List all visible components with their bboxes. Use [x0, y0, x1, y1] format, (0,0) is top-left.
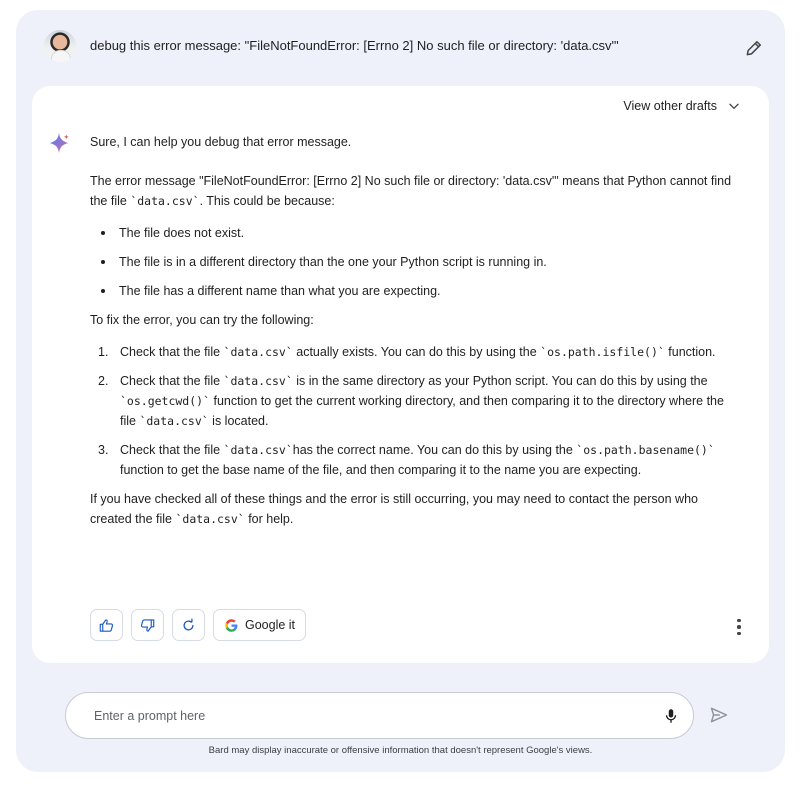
- list-item: 3. Check that the file `data.csv`has the…: [90, 440, 738, 480]
- cause-list: The file does not exist. The file is in …: [90, 223, 738, 301]
- response-actions: Google it: [90, 609, 307, 643]
- prompt-input-bar: [65, 692, 694, 739]
- response-closing: If you have checked all of these things …: [90, 489, 738, 529]
- inline-code: `os.path.isfile()`: [540, 345, 665, 359]
- disclaimer-text: Bard may display inaccurate or offensive…: [208, 745, 593, 756]
- pencil-icon[interactable]: [744, 38, 764, 58]
- step-text: is in the same directory as your Python …: [292, 374, 708, 388]
- regenerate-button[interactable]: [172, 609, 205, 641]
- view-other-drafts-button[interactable]: View other drafts: [623, 96, 741, 116]
- step-number: 3.: [98, 443, 109, 457]
- step-text: has the correct name. You can do this by…: [292, 443, 577, 457]
- fix-steps-list: 1. Check that the file `data.csv` actual…: [90, 342, 738, 480]
- google-it-label: Google it: [245, 618, 296, 632]
- thumbs-down-button[interactable]: [131, 609, 164, 641]
- more-options-button[interactable]: [731, 617, 747, 637]
- response-card: View other drafts Sure, I can help you d…: [32, 86, 769, 663]
- thumbs-up-button[interactable]: [90, 609, 123, 641]
- list-item: The file is in a different directory tha…: [90, 252, 738, 272]
- chevron-down-icon: [729, 103, 739, 109]
- drafts-label: View other drafts: [623, 99, 717, 113]
- inline-code: `data.csv`: [223, 374, 293, 388]
- explanation-text: . This could be because:: [199, 194, 335, 208]
- step-text: Check that the file: [120, 443, 224, 457]
- more-vert-icon: [737, 618, 741, 623]
- step-number: 1.: [98, 345, 109, 359]
- mic-icon[interactable]: [662, 706, 680, 726]
- thumbs-up-icon: [99, 618, 114, 632]
- google-it-button[interactable]: Google it: [213, 609, 307, 641]
- step-number: 2.: [98, 374, 109, 388]
- step-text: actually exists. You can do this by usin…: [292, 345, 541, 359]
- list-item: The file has a different name than what …: [90, 281, 738, 301]
- fix-intro: To fix the error, you can try the follow…: [90, 313, 314, 327]
- inline-code: `data.csv`: [223, 345, 293, 359]
- user-avatar: [44, 30, 76, 62]
- step-text: function to get the base name of the fil…: [120, 463, 642, 477]
- response-explanation: The error message "FileNotFoundError: [E…: [90, 171, 738, 211]
- inline-code: `data.csv`: [139, 414, 209, 428]
- list-item: 2. Check that the file `data.csv` is in …: [90, 371, 738, 431]
- step-text: is located.: [208, 414, 269, 428]
- bard-sparkle-icon: [49, 132, 69, 154]
- refresh-icon: [183, 618, 194, 630]
- inline-code: `data.csv`: [130, 194, 200, 208]
- step-text: Check that the file: [120, 345, 224, 359]
- inline-code: `os.path.basename()`: [576, 443, 715, 457]
- step-text: Check that the file: [120, 374, 224, 388]
- send-icon[interactable]: [709, 705, 729, 725]
- inline-code: `os.getcwd()`: [120, 394, 211, 408]
- list-item: The file does not exist.: [90, 223, 738, 243]
- prompt-input[interactable]: [94, 705, 634, 727]
- response-intro: Sure, I can help you debug that error me…: [90, 135, 352, 149]
- google-g-icon: [225, 618, 238, 632]
- thumbs-down-icon: [140, 618, 155, 632]
- step-text: function.: [664, 345, 716, 359]
- inline-code: `data.csv`: [175, 512, 245, 526]
- response-content: Sure, I can help you debug that error me…: [90, 132, 738, 529]
- bard-chat-panel: debug this error message: "FileNotFoundE…: [16, 10, 785, 772]
- list-item: 1. Check that the file `data.csv` actual…: [90, 342, 738, 362]
- user-prompt-row: debug this error message: "FileNotFoundE…: [44, 30, 764, 66]
- closing-text: for help.: [244, 512, 294, 526]
- user-prompt-text: debug this error message: "FileNotFoundE…: [90, 38, 619, 53]
- inline-code: `data.csv`: [223, 443, 293, 457]
